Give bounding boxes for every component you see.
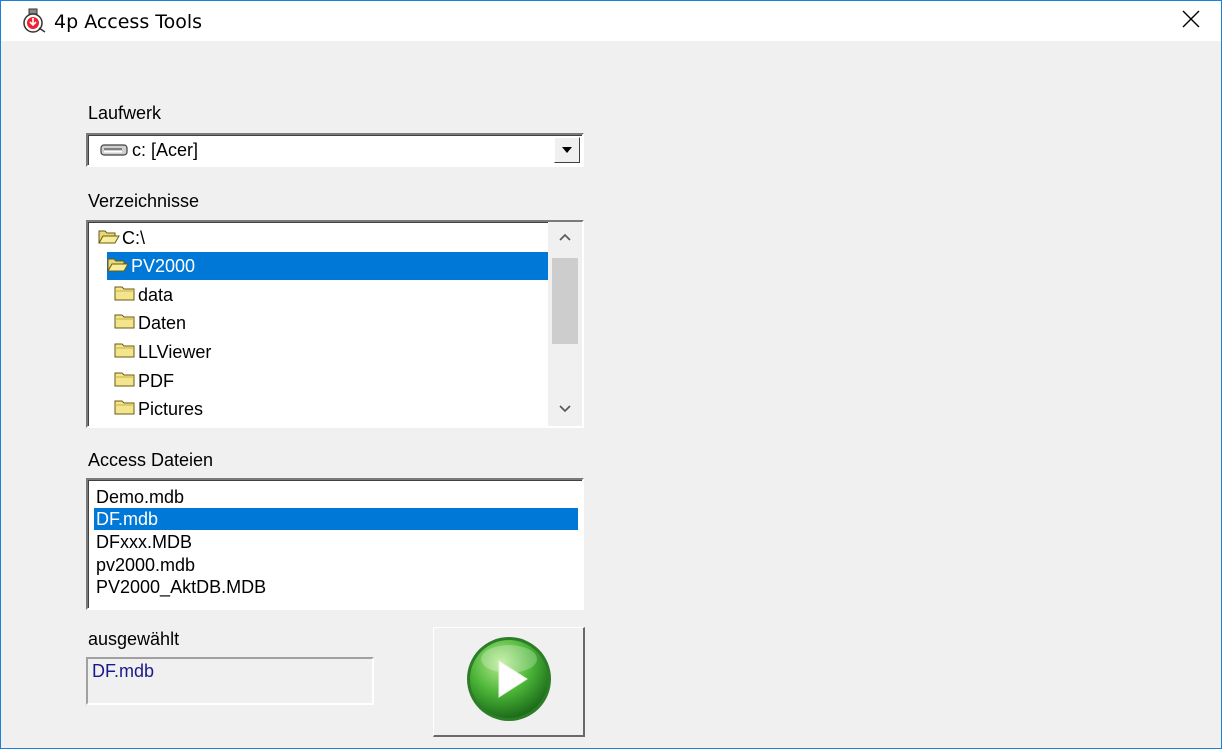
- scroll-thumb[interactable]: [552, 258, 578, 344]
- dir-item-pv2000[interactable]: PV2000: [107, 252, 552, 280]
- list-item: C:\: [122, 227, 146, 248]
- drive-combobox[interactable]: c: [Acer]: [86, 133, 584, 167]
- list-item: PDF: [138, 370, 174, 391]
- drive-dropdown-button[interactable]: [554, 137, 580, 163]
- directories-label: Verzeichnisse: [88, 191, 200, 211]
- file-item-demo[interactable]: Demo.mdb: [94, 486, 578, 508]
- drive-value: c: [Acer]: [132, 140, 199, 160]
- selection-label: ausgewählt: [88, 629, 180, 649]
- file-list[interactable]: Demo.mdb DF.mdb DFxxx.MDB pv2000.mdb PV2…: [86, 478, 584, 610]
- folder-icon: [114, 341, 136, 364]
- chevron-up-icon: [558, 229, 572, 247]
- selected-file-field: DF.mdb: [86, 657, 374, 705]
- play-icon: [465, 635, 553, 728]
- selected-file-value: DF.mdb: [92, 661, 155, 681]
- run-button[interactable]: [433, 627, 585, 737]
- file-item-dfxxx[interactable]: DFxxx.MDB: [94, 531, 578, 553]
- dir-item-pdf[interactable]: PDF: [114, 367, 174, 395]
- directory-list[interactable]: C:\ PV2000 data Daten LLViewer PDF Pictu…: [86, 220, 584, 428]
- directory-scrollbar[interactable]: [548, 222, 582, 426]
- window-title: 4p Access Tools: [54, 11, 203, 33]
- dir-item-llviewer[interactable]: LLViewer: [114, 338, 211, 366]
- file-item-df[interactable]: DF.mdb: [94, 508, 578, 530]
- app-icon: [21, 8, 47, 34]
- files-label: Access Dateien: [88, 450, 214, 470]
- open-folder-icon: [98, 227, 120, 250]
- list-item: Daten: [138, 312, 187, 333]
- file-item-pv2000[interactable]: pv2000.mdb: [94, 554, 578, 576]
- list-item: LLViewer: [138, 341, 212, 362]
- close-button[interactable]: [1161, 1, 1221, 41]
- list-item: data: [138, 284, 174, 305]
- title-bar: 4p Access Tools: [1, 1, 1221, 41]
- scroll-up-button[interactable]: [548, 224, 582, 252]
- drive-label: Laufwerk: [88, 103, 162, 123]
- chevron-down-icon: [561, 141, 573, 159]
- folder-icon: [114, 370, 136, 393]
- folder-icon: [114, 284, 136, 307]
- list-item: Pictures: [138, 398, 204, 419]
- dir-item-pictures[interactable]: Pictures: [114, 395, 203, 423]
- scroll-down-button[interactable]: [548, 396, 582, 424]
- file-item-pv2000-aktdb[interactable]: PV2000_AktDB.MDB: [94, 576, 578, 598]
- open-folder-icon: [107, 255, 129, 278]
- list-item: PV2000: [131, 255, 196, 276]
- app-window: 4p Access Tools Laufwerk c: [Acer] Verze…: [0, 0, 1222, 749]
- dir-item-data[interactable]: data: [114, 281, 173, 309]
- dir-item-root[interactable]: C:\: [98, 224, 145, 252]
- close-icon: [1182, 10, 1200, 33]
- folder-icon: [114, 312, 136, 335]
- drive-icon: [100, 142, 130, 163]
- chevron-down-icon: [558, 401, 572, 419]
- dir-item-daten[interactable]: Daten: [114, 309, 186, 337]
- folder-icon: [114, 398, 136, 421]
